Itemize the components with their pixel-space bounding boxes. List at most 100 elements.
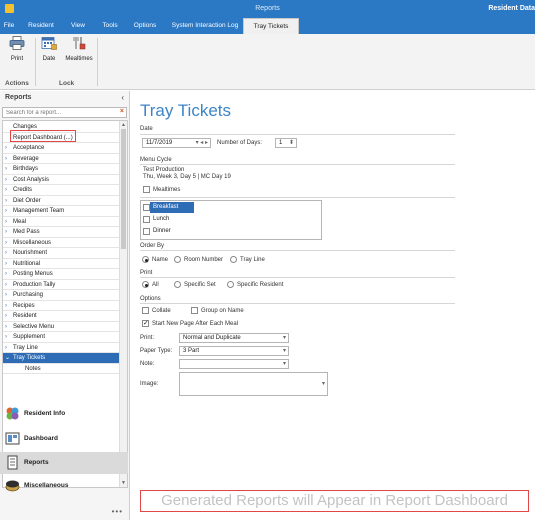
tree-category-item[interactable]: › Diet Order xyxy=(3,196,119,207)
print-specific-set-radio[interactable] xyxy=(174,281,181,288)
scroll-up-icon[interactable]: ▲ xyxy=(121,122,126,128)
tree-child-item[interactable]: Notes xyxy=(3,364,119,374)
nav-dashboard[interactable]: Dashboard xyxy=(0,428,128,450)
print-mode-select[interactable]: Normal and Duplicate ▾ xyxy=(179,333,289,343)
tree-category-item[interactable]: › Selective Menu xyxy=(3,322,119,333)
days-spinner-icon[interactable]: ⬍ xyxy=(289,139,294,147)
nav-miscellaneous[interactable]: Miscellaneous xyxy=(0,475,128,497)
reports-pane: Reports ‹ × Notes⌄Tray Tickets›Tray Line… xyxy=(0,91,130,520)
print-all-radio[interactable] xyxy=(142,281,149,288)
meal-item-dinner[interactable]: Dinner xyxy=(141,226,321,237)
chevron-right-icon[interactable]: › xyxy=(5,290,7,301)
paper-type-select[interactable]: 3 Part ▾ xyxy=(179,346,289,356)
menu-tab-options[interactable]: Options xyxy=(131,18,159,34)
menu-tab-file[interactable]: File xyxy=(2,18,16,34)
tree-item-label: Diet Order xyxy=(13,197,41,204)
tree-item-label: Recipes xyxy=(13,302,35,309)
tree-category-item[interactable]: › Production Tally xyxy=(3,280,119,291)
tree-category-item[interactable]: › Purchasing xyxy=(3,290,119,301)
section-options: Options xyxy=(140,296,161,302)
chevron-right-icon[interactable]: › xyxy=(5,259,7,270)
print-specific-resident-radio[interactable] xyxy=(227,281,234,288)
menu-tab-tray-tickets[interactable]: Tray Tickets xyxy=(243,18,299,34)
scroll-thumb[interactable] xyxy=(121,129,126,249)
chevron-right-icon[interactable]: › xyxy=(5,280,7,291)
more-options-icon[interactable]: ••• xyxy=(112,507,123,516)
tree-category-item[interactable]: › Beverage xyxy=(3,154,119,165)
tree-item-label: Credits xyxy=(13,187,33,193)
dinner-checkbox[interactable] xyxy=(143,228,150,235)
tree-category-item[interactable]: › Meal xyxy=(3,217,119,228)
start-new-page-checkbox[interactable] xyxy=(142,319,149,327)
tree-category-item[interactable]: › Credits xyxy=(3,185,119,196)
tree-category-item[interactable]: › Recipes xyxy=(3,301,119,312)
tree-category-item[interactable]: › Tray Line xyxy=(3,343,119,354)
breakfast-checkbox[interactable] xyxy=(143,204,150,211)
chevron-right-icon[interactable]: › xyxy=(5,322,7,333)
order-by-room-radio[interactable] xyxy=(174,256,181,263)
group-on-name-checkbox[interactable] xyxy=(191,307,198,314)
print-mode-value: Normal and Duplicate xyxy=(183,335,241,341)
chevron-right-icon[interactable]: › xyxy=(5,217,7,228)
clear-search-icon[interactable]: × xyxy=(120,108,124,115)
chevron-left-icon[interactable]: ‹ xyxy=(121,93,124,102)
meal-item-lunch[interactable]: Lunch xyxy=(141,214,321,225)
mealtimes-lock-button[interactable]: Mealtimes xyxy=(64,36,94,62)
tree-category-item[interactable]: › Supplement xyxy=(3,332,119,343)
date-value: 11/7/2019 xyxy=(146,140,173,146)
chevron-right-icon[interactable]: › xyxy=(5,238,7,249)
tree-category-item[interactable]: › Posting Menus xyxy=(3,269,119,280)
order-by-name-radio[interactable] xyxy=(142,256,149,263)
order-by-trayline-radio[interactable] xyxy=(230,256,237,263)
lunch-checkbox[interactable] xyxy=(143,216,150,223)
collate-label: Collate xyxy=(152,308,171,314)
tree-category-item[interactable]: › Miscellaneous xyxy=(3,238,119,249)
menu-tab-system-interaction-log[interactable]: System Interaction Log xyxy=(169,18,241,34)
nav-resident-info[interactable]: Resident Info xyxy=(0,403,128,425)
tree-category-item[interactable]: › Birthdays xyxy=(3,164,119,175)
chevron-down-icon[interactable]: ⌄ xyxy=(5,353,10,364)
note-select[interactable]: ▾ xyxy=(179,359,289,369)
chevron-right-icon[interactable]: › xyxy=(5,227,7,238)
menu-tab-tools[interactable]: Tools xyxy=(100,18,120,34)
meal-item-breakfast[interactable]: Breakfast xyxy=(141,202,321,213)
date-field[interactable]: 11/7/2019 ▾ ◂ ▸ xyxy=(142,138,211,148)
chevron-right-icon[interactable]: › xyxy=(5,143,7,154)
chevron-right-icon[interactable]: › xyxy=(5,175,7,186)
image-select[interactable]: ▾ xyxy=(179,372,328,396)
chevron-right-icon[interactable]: › xyxy=(5,311,7,322)
chevron-right-icon[interactable]: › xyxy=(5,248,7,259)
chevron-right-icon[interactable]: › xyxy=(5,332,7,343)
tree-category-item[interactable]: › Resident xyxy=(3,311,119,322)
chevron-right-icon[interactable]: › xyxy=(5,269,7,280)
print-button[interactable]: Print xyxy=(4,36,30,62)
chevron-right-icon[interactable]: › xyxy=(5,206,7,217)
chevron-right-icon[interactable]: › xyxy=(5,164,7,175)
chevron-right-icon[interactable]: › xyxy=(5,196,7,207)
menu-tab-resident[interactable]: Resident xyxy=(26,18,56,34)
divider xyxy=(140,197,455,198)
chevron-right-icon[interactable]: › xyxy=(5,301,7,312)
tree-category-item[interactable]: › Cost Analysis xyxy=(3,175,119,186)
tree-category-item[interactable]: ⌄ Tray Tickets xyxy=(3,353,119,364)
mealtimes-checkbox[interactable] xyxy=(143,186,150,193)
tree-category-item[interactable]: › Nutritional xyxy=(3,259,119,270)
tree-category-item[interactable]: › Acceptance xyxy=(3,143,119,154)
collate-checkbox[interactable] xyxy=(142,307,149,314)
number-of-days-field[interactable]: 1 ⬍ xyxy=(275,138,297,148)
mealtimes-button-label: Mealtimes xyxy=(65,56,93,62)
tree-category-item[interactable]: › Nourishment xyxy=(3,248,119,259)
reports-pane-header: Reports ‹ xyxy=(0,91,130,104)
report-search-input[interactable] xyxy=(3,108,113,117)
chevron-right-icon[interactable]: › xyxy=(5,154,7,165)
date-lock-button[interactable]: Date xyxy=(36,36,62,62)
tree-item-label: Acceptance xyxy=(13,145,45,151)
chevron-right-icon[interactable]: › xyxy=(5,343,7,354)
menu-tab-view[interactable]: View xyxy=(67,18,89,34)
chevron-right-icon[interactable]: › xyxy=(5,185,7,196)
tree-category-item[interactable]: › Med Pass xyxy=(3,227,119,238)
nav-reports[interactable]: Reports xyxy=(0,452,128,474)
tree-item-label: Nourishment xyxy=(13,250,48,256)
date-spinner-icon[interactable]: ▾ ◂ ▸ xyxy=(196,139,208,147)
tree-category-item[interactable]: › Management Team xyxy=(3,206,119,217)
